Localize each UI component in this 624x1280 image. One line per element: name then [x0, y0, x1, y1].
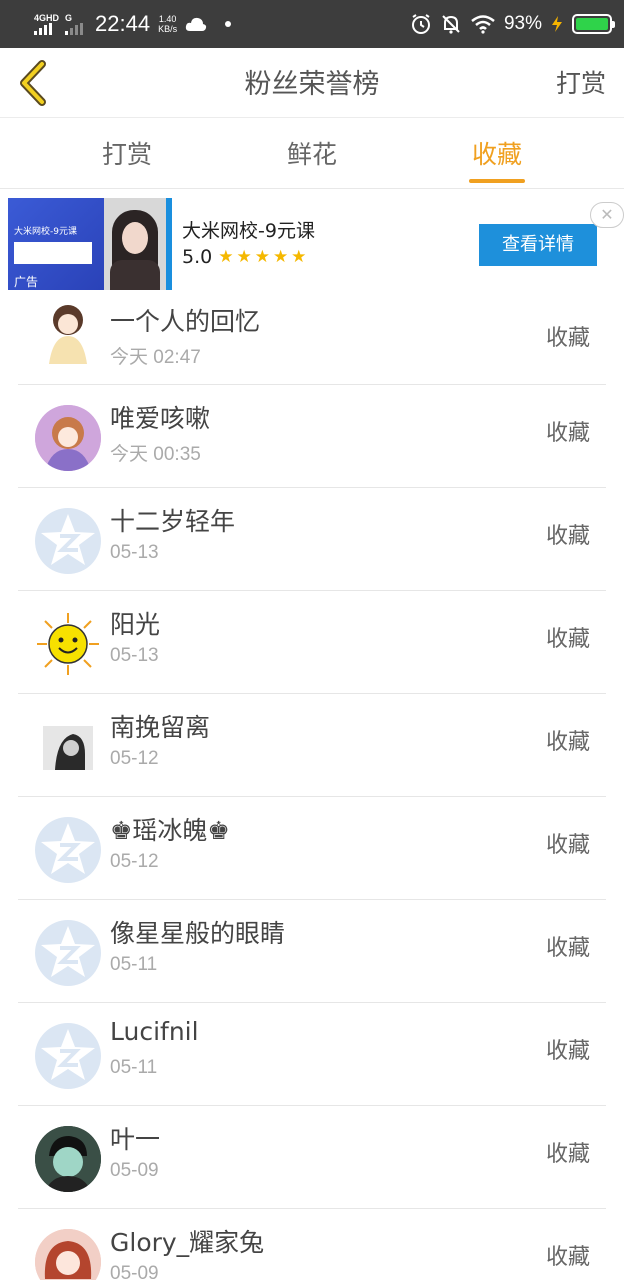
network-speed: 1.40 KB/s — [158, 14, 178, 34]
favorite-label: 收藏 — [545, 1039, 590, 1064]
active-tab-indicator — [469, 179, 525, 183]
wifi-icon — [471, 15, 495, 34]
list-item[interactable]: 叶一 05-09 收藏 — [0, 1106, 624, 1209]
tab-bar: 打赏 鲜花 收藏 — [0, 119, 624, 189]
list-item[interactable]: Glory_耀家兔 05-09 收藏 — [0, 1209, 624, 1280]
default-avatar-icon — [35, 817, 101, 883]
favorite-label: 收藏 — [545, 627, 590, 652]
list-item[interactable]: 十二岁轻年 05-13 收藏 — [0, 488, 624, 591]
page-title: 粉丝荣誉榜 — [244, 69, 380, 100]
network-type: 4GHD — [34, 13, 60, 23]
battery-percent: 93% — [503, 13, 542, 34]
favorite-label: 收藏 — [545, 730, 590, 755]
ad-photo — [104, 198, 166, 290]
anime-girl-purple-avatar — [35, 405, 101, 471]
boy-photo-avatar — [35, 1126, 101, 1192]
favorite-label: 收藏 — [545, 1142, 590, 1167]
favorite-label: 收藏 — [545, 833, 590, 858]
mute-bell-icon — [442, 15, 460, 34]
favorite-label: 收藏 — [545, 421, 590, 446]
list-item[interactable]: Lucifnil 05-11 收藏 — [0, 1003, 624, 1106]
favorites-list: 一个人的回忆 今天 02:47 收藏 唯爱咳嗽 今天 00:35 收藏 十二岁轻… — [0, 294, 624, 1280]
default-avatar-icon — [35, 1023, 101, 1089]
reward-button[interactable]: 打赏 — [556, 64, 606, 100]
list-item[interactable]: 像星星般的眼睛 05-11 收藏 — [0, 900, 624, 1003]
alarm-icon — [411, 14, 430, 34]
clock: 22:44 — [95, 11, 151, 36]
ad-banner[interactable]: 大米网校-9元课 广告 大米网校-9元课 5.0 ★★★★★ 查看详情 ✕ — [0, 190, 624, 294]
list-item[interactable]: ♚瑶冰魄♚ 05-12 收藏 — [0, 797, 624, 900]
default-avatar-icon — [35, 508, 101, 574]
tab-reward[interactable]: 打赏 — [67, 135, 187, 171]
favorite-label: 收藏 — [545, 936, 590, 961]
close-icon[interactable]: ✕ — [590, 202, 624, 228]
app-header: 粉丝荣誉榜 打赏 — [0, 48, 624, 118]
charging-icon — [552, 16, 562, 32]
photo-avatar — [35, 714, 101, 780]
list-item[interactable]: 唯爱咳嗽 今天 00:35 收藏 — [0, 385, 624, 488]
rating-stars-icon: ★★★★★ — [218, 247, 310, 267]
signal-strength-2-icon: G — [65, 13, 84, 35]
view-details-button[interactable]: 查看详情 — [479, 224, 597, 266]
default-avatar-icon — [35, 920, 101, 986]
status-bar: 4GHD G 22:44 1.40 KB/s 93% — [0, 0, 624, 48]
girl-photo-avatar — [35, 1229, 101, 1280]
tab-favorites[interactable]: 收藏 — [437, 135, 557, 171]
signal-strength-icon: 4GHD — [34, 13, 59, 35]
cloud-icon — [185, 17, 207, 31]
ad-title: 大米网校-9元课 — [182, 220, 315, 242]
anime-girl-avatar — [35, 298, 101, 364]
ad-label: 广告 — [14, 275, 39, 289]
favorite-label: 收藏 — [545, 326, 590, 351]
list-item[interactable]: 阳光 05-13 收藏 — [0, 591, 624, 694]
ad-rating: 5.0 ★★★★★ — [182, 246, 310, 268]
notification-dot — [225, 21, 232, 27]
favorite-label: 收藏 — [545, 1245, 590, 1270]
favorite-label: 收藏 — [545, 524, 590, 549]
list-item[interactable]: 一个人的回忆 今天 02:47 收藏 — [0, 294, 624, 385]
ad-image: 大米网校-9元课 广告 — [8, 198, 104, 290]
battery-icon — [572, 14, 615, 34]
list-item[interactable]: 南挽留离 05-12 收藏 — [0, 694, 624, 797]
sun-smiley-avatar — [35, 611, 101, 677]
tab-flowers[interactable]: 鲜花 — [252, 135, 372, 171]
